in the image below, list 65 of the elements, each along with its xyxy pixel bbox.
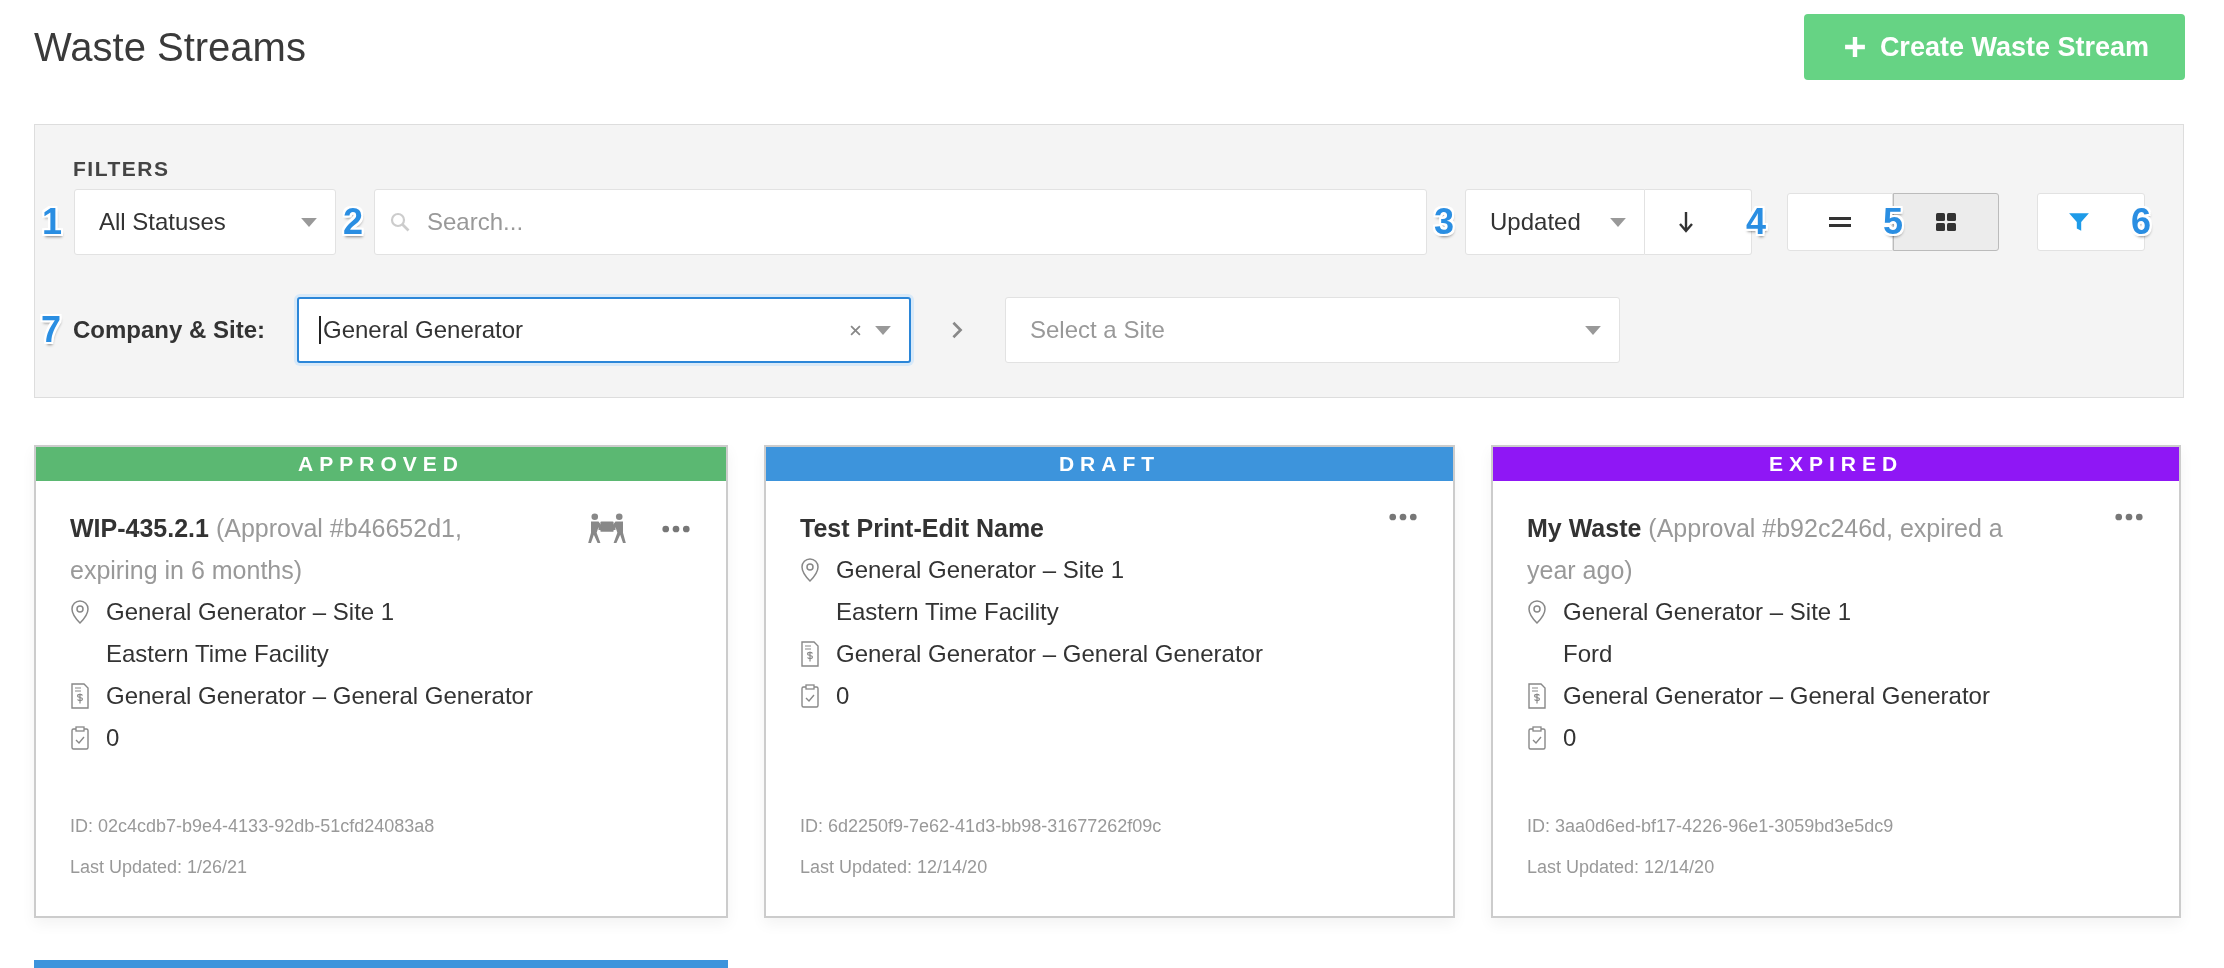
last-updated: Last Updated: 12/14/20	[800, 856, 989, 879]
stream-id: ID: 6d2250f9-7e62-41d3-bb98-31677262f09c	[800, 815, 1163, 838]
callout-number: 6	[2130, 204, 2151, 240]
facility-name: Eastern Time Facility	[106, 640, 329, 668]
last-updated: Last Updated: 1/26/21	[70, 856, 249, 879]
billing-name: General Generator – General Generator	[836, 640, 1263, 668]
arrow-down-icon	[1679, 211, 1693, 233]
more-icon[interactable]	[2115, 513, 2143, 521]
clipboard-check-icon	[800, 683, 820, 709]
waste-stream-card[interactable]: EXPIRED My Waste (Approval #b92c246d, expired a year ago) General Generator – Site 1 Ford General Generator – General Generator 0 ID: 3aa0d6ed-bf17-4226-96e1-3059bd3e5dc9 Last Updated: 12/14/20	[1491, 445, 2181, 918]
callout-number: 4	[1745, 204, 1766, 240]
location-pin-icon	[1527, 599, 1547, 625]
site-name: General Generator – Site 1	[836, 556, 1125, 584]
invoice-icon	[1527, 683, 1547, 709]
facility-name: Ford	[1563, 640, 1613, 668]
caret-icon	[1585, 325, 1601, 335]
plus-icon	[1843, 36, 1866, 58]
status-bar: DRAFT	[766, 447, 1453, 481]
card-title: WIP-435.2.1 (Approval #b46652d1, expiring in 6 months)	[70, 513, 463, 586]
more-icon[interactable]	[662, 525, 690, 533]
company-select[interactable]: General Generator	[297, 297, 911, 363]
caret-icon	[875, 325, 891, 335]
clipboard-check-icon	[1527, 725, 1547, 751]
task-count: 0	[106, 724, 120, 752]
sort-select[interactable]: Updated	[1465, 189, 1645, 255]
location-pin-icon	[70, 599, 90, 625]
site-name: General Generator – Site 1	[1563, 598, 1852, 626]
stream-id: ID: 02c4cdb7-b9e4-4133-92db-51cfd24083a8	[70, 815, 436, 838]
list-icon	[1829, 216, 1851, 228]
filter-icon	[2068, 211, 2090, 233]
status-bar: EXPIRED	[1493, 447, 2179, 481]
callout-number: 7	[41, 312, 62, 348]
more-icon[interactable]	[1389, 513, 1417, 521]
stream-id: ID: 3aa0d6ed-bf17-4226-96e1-3059bd3e5dc9	[1527, 815, 1895, 838]
invoice-icon	[70, 683, 90, 709]
clipboard-check-icon	[70, 725, 90, 751]
search-field[interactable]: Search...	[374, 189, 1427, 255]
facility-name: Eastern Time Facility	[836, 598, 1059, 626]
callout-number: 3	[1434, 204, 1455, 240]
company-site-label: Company & Site:	[73, 316, 266, 344]
callout-number: 1	[42, 204, 63, 240]
waste-stream-card[interactable]: DRAFT Test Print-Edit Name General Generator – Site 1 Eastern Time Facility General Generator – General Generator 0 ID: 6d2250f9-7e62-41d3-bb98-31677262f09c Last Updated: 12/14/20	[764, 445, 1455, 918]
caret-icon	[1610, 217, 1626, 227]
callout-number: 2	[343, 204, 364, 240]
caret-icon	[301, 217, 317, 227]
last-updated: Last Updated: 12/14/20	[1527, 856, 1716, 879]
billing-name: General Generator – General Generator	[1563, 682, 1990, 710]
chevron-right-icon	[951, 320, 963, 340]
invoice-icon	[800, 641, 820, 667]
clear-icon[interactable]	[850, 324, 861, 336]
page-title: Waste Streams	[34, 24, 306, 70]
status-bar: APPROVED	[36, 447, 726, 481]
waste-stream-card[interactable]	[34, 445, 728, 918]
search-icon	[390, 212, 410, 232]
grid-icon	[1936, 213, 1956, 231]
filters-heading: FILTERS	[73, 157, 171, 181]
status-select[interactable]: All Statuses	[74, 189, 336, 255]
billing-name: General Generator – General Generator	[106, 682, 533, 710]
card-title: Test Print-Edit Name	[800, 513, 1045, 544]
task-count: 0	[1563, 724, 1577, 752]
location-pin-icon	[800, 557, 820, 583]
callout-number: 5	[1883, 204, 1904, 240]
card-title: My Waste (Approval #b92c246d, expired a year ago)	[1527, 513, 2004, 586]
site-name: General Generator – Site 1	[106, 598, 395, 626]
task-count: 0	[836, 682, 850, 710]
